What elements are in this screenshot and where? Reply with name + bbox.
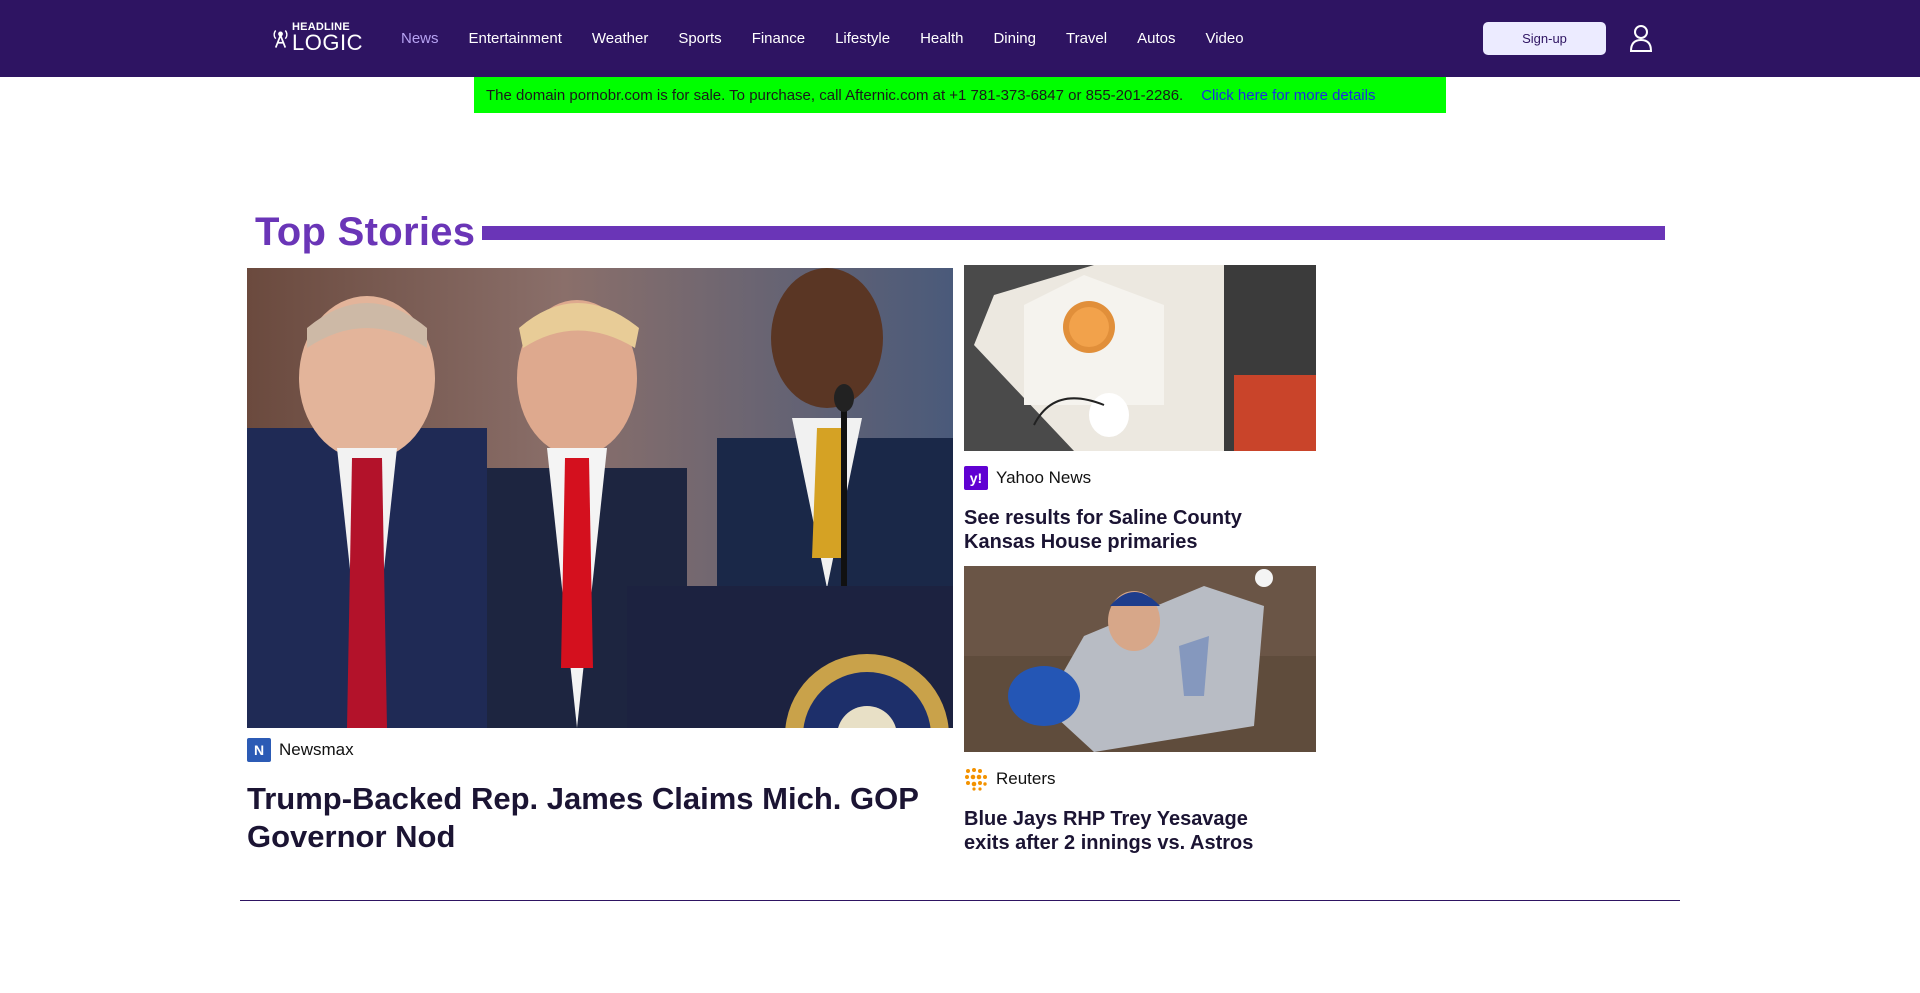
top-navigation-bar: HEADLINE LOGIC News Entertainment Weathe… xyxy=(0,0,1920,77)
source-name: Yahoo News xyxy=(996,468,1092,487)
side-story-1-image[interactable] xyxy=(964,265,1316,451)
source-name: Reuters xyxy=(996,769,1056,788)
headline-logic-logo[interactable]: HEADLINE LOGIC xyxy=(273,22,363,54)
section-title-rule xyxy=(482,226,1665,240)
source-name: Newsmax xyxy=(279,740,354,759)
main-nav: News Entertainment Weather Sports Financ… xyxy=(401,0,1274,77)
user-icon[interactable] xyxy=(1629,24,1653,52)
nav-lifestyle[interactable]: Lifestyle xyxy=(835,30,890,47)
banner-details-link[interactable]: Click here for more details xyxy=(1201,87,1375,104)
yahoo-logo-icon: y! xyxy=(964,466,988,490)
signup-button[interactable]: Sign-up xyxy=(1483,22,1606,55)
newsmax-logo-icon: N xyxy=(247,738,271,762)
main-story-headline[interactable]: Trump-Backed Rep. James Claims Mich. GOP… xyxy=(247,780,927,856)
main-story-source[interactable]: N Newsmax xyxy=(247,738,354,762)
nav-weather[interactable]: Weather xyxy=(592,30,648,47)
nav-news[interactable]: News xyxy=(401,30,439,47)
nav-dining[interactable]: Dining xyxy=(993,30,1036,47)
side-story-1-headline[interactable]: See results for Saline County Kansas Hou… xyxy=(964,506,1294,554)
main-story-image[interactable] xyxy=(247,268,953,728)
nav-travel[interactable]: Travel xyxy=(1066,30,1107,47)
side-story-1-source[interactable]: y! Yahoo News xyxy=(964,466,1091,490)
domain-sale-banner: The domain pornobr.com is for sale. To p… xyxy=(474,77,1446,113)
nav-entertainment[interactable]: Entertainment xyxy=(469,30,562,47)
reuters-logo-icon xyxy=(965,768,987,791)
broadcast-tower-icon xyxy=(273,30,288,48)
nav-autos[interactable]: Autos xyxy=(1137,30,1175,47)
side-story-2-headline[interactable]: Blue Jays RHP Trey Yesavage exits after … xyxy=(964,807,1294,855)
side-story-2-source[interactable]: Reuters xyxy=(964,767,1056,791)
side-story-2-image[interactable] xyxy=(964,566,1316,752)
nav-finance[interactable]: Finance xyxy=(752,30,805,47)
logo-line-2: LOGIC xyxy=(292,30,363,55)
nav-health[interactable]: Health xyxy=(920,30,963,47)
section-title: Top Stories xyxy=(255,210,476,254)
nav-sports[interactable]: Sports xyxy=(678,30,721,47)
nav-video[interactable]: Video xyxy=(1205,30,1243,47)
banner-message: The domain pornobr.com is for sale. To p… xyxy=(486,86,1184,104)
section-bottom-divider xyxy=(240,900,1680,901)
